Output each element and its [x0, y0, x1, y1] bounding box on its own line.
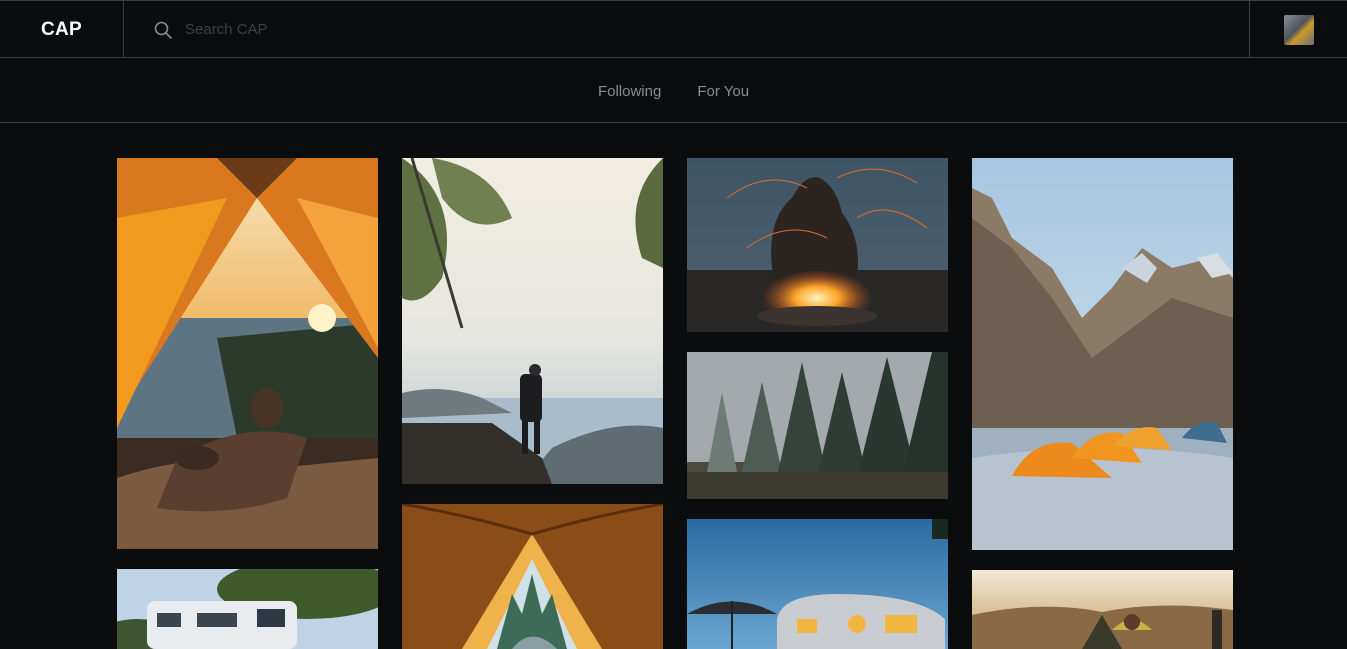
- search-bar[interactable]: [125, 1, 1249, 58]
- photo-grid: [0, 123, 1347, 649]
- profile-menu[interactable]: [1249, 1, 1347, 58]
- search-icon: [154, 21, 172, 39]
- photo-card-mountain-tents[interactable]: [972, 158, 1233, 550]
- photo-card-tent-forest[interactable]: [402, 504, 663, 649]
- photo-card-misty-forest[interactable]: [687, 352, 948, 499]
- photo-card-hammocks-sunset[interactable]: [972, 570, 1233, 649]
- app-logo[interactable]: CAP: [0, 1, 124, 58]
- photo-card-campfire[interactable]: [687, 158, 948, 332]
- avatar[interactable]: [1283, 14, 1314, 45]
- feed-tabs: Following For You: [0, 58, 1347, 123]
- tab-for-you[interactable]: For You: [697, 81, 749, 100]
- photo-card-tent-view[interactable]: [117, 158, 378, 549]
- photo-card-hiker-cliff[interactable]: [402, 158, 663, 484]
- photo-card-motorhome[interactable]: [117, 569, 378, 649]
- search-input[interactable]: [185, 21, 785, 38]
- photo-card-vintage-trailer[interactable]: [687, 519, 948, 649]
- top-bar: CAP: [0, 0, 1347, 58]
- tab-following[interactable]: Following: [598, 81, 661, 100]
